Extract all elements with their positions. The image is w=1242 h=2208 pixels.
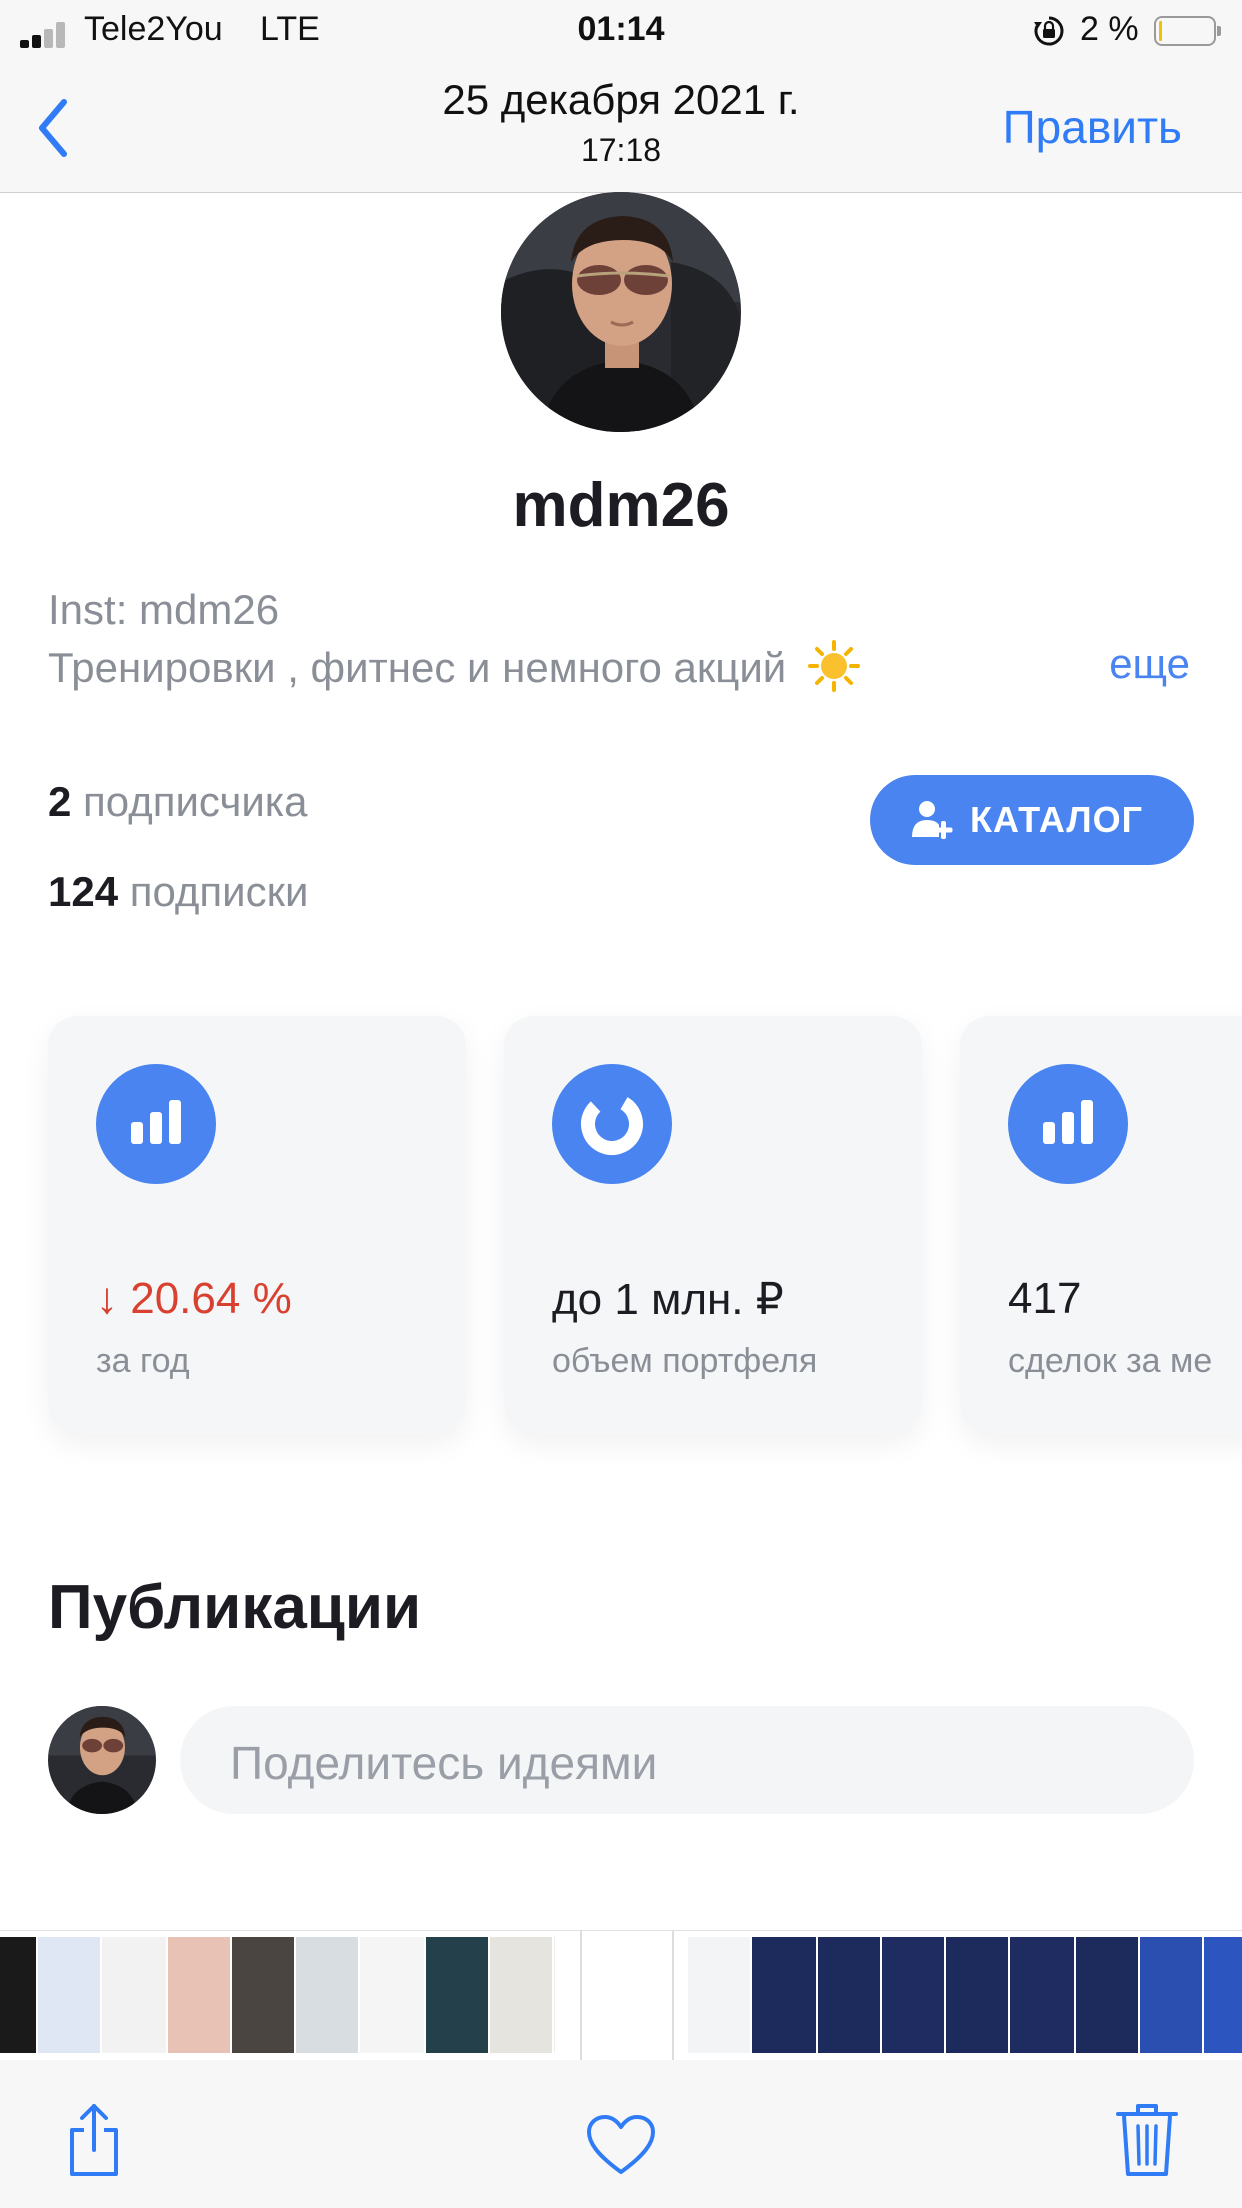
nav-bar: 25 декабря 2021 г. 17:18 Править (0, 62, 1242, 193)
battery-icon (1154, 16, 1221, 46)
thumbnail[interactable] (168, 1937, 230, 2053)
followers-label: подписчика (83, 778, 308, 825)
thumbnail[interactable] (946, 1937, 1008, 2053)
following-stat[interactable]: 124 подписки (48, 868, 308, 916)
donut-chart-icon (552, 1064, 672, 1184)
following-label: подписки (129, 868, 309, 915)
trades-value: 417 (1008, 1274, 1082, 1323)
carrier-name: Tele2You (84, 10, 223, 48)
thumbnail[interactable] (688, 1937, 750, 2053)
profile-username: mdm26 (512, 471, 730, 540)
thumbnail[interactable] (490, 1937, 552, 2053)
thumbnail[interactable] (818, 1937, 880, 2053)
following-count: 124 (48, 868, 119, 915)
followers-stat[interactable]: 2 подписчика (48, 778, 307, 826)
thumbnail[interactable] (1010, 1937, 1074, 2053)
profile-avatar (501, 192, 741, 432)
composer-avatar (48, 1706, 156, 1814)
portfolio-value: до 1 млн. ₽ (552, 1275, 784, 1324)
composer-placeholder: Поделитесь идеями (230, 1737, 658, 1789)
stat-card-trades[interactable]: 417 сделок за ме (960, 1016, 1242, 1434)
bar-chart-icon (1008, 1064, 1128, 1184)
thumbnail[interactable] (0, 1937, 36, 2053)
share-icon[interactable] (64, 2102, 124, 2178)
down-arrow-icon: ↓ (96, 1274, 118, 1323)
publications-title: Публикации (48, 1573, 422, 1642)
thumbnail[interactable] (426, 1937, 488, 2053)
rotation-lock-icon (1034, 16, 1064, 46)
thumbnail[interactable] (752, 1937, 816, 2053)
thumbnail[interactable] (360, 1937, 424, 2053)
bio-line-2: Тренировки , фитнес и немного акций (48, 640, 860, 692)
thumbnail[interactable] (232, 1937, 294, 2053)
bottom-toolbar (0, 2060, 1242, 2208)
thumbnail[interactable] (1204, 1937, 1242, 2053)
yield-label: за год (96, 1342, 190, 1380)
thumbnail[interactable] (102, 1937, 166, 2053)
bio-text: Тренировки , фитнес и немного акций (48, 644, 787, 691)
thumbnail[interactable] (1076, 1937, 1138, 2053)
thumbnail[interactable] (1140, 1937, 1202, 2053)
idea-composer-input[interactable]: Поделитесь идеями (180, 1706, 1194, 1814)
bio-line-1: Inst: mdm26 (48, 586, 280, 633)
thumbnail[interactable] (38, 1937, 100, 2053)
status-bar: Tele2You LTE 01:14 2 % (0, 0, 1242, 62)
sun-emoji-icon (807, 640, 860, 692)
status-time: 01:14 (577, 10, 665, 48)
edit-button[interactable]: Править (1003, 100, 1182, 154)
battery-percent: 2 % (1080, 10, 1139, 48)
portfolio-label: объем портфеля (552, 1342, 818, 1380)
add-user-icon (912, 801, 953, 839)
photo-thumbnail-strip[interactable] (0, 1930, 1242, 2061)
stat-card-yield[interactable]: ↓ 20.64 % за год (48, 1016, 466, 1434)
thumbnail[interactable] (296, 1937, 358, 2053)
trash-icon[interactable] (1116, 2102, 1178, 2178)
stat-card-portfolio[interactable]: до 1 млн. ₽ объем портфеля (504, 1016, 922, 1434)
bio-more-link[interactable]: еще (1109, 640, 1190, 688)
catalog-button[interactable]: КАТАЛОГ (870, 775, 1194, 865)
thumbnail[interactable] (882, 1937, 944, 2053)
bar-chart-icon (96, 1064, 216, 1184)
signal-icon (20, 22, 74, 48)
trades-label: сделок за ме (1008, 1342, 1213, 1380)
followers-count: 2 (48, 778, 72, 825)
catalog-label: КАТАЛОГ (970, 799, 1144, 840)
yield-value: ↓ 20.64 % (96, 1274, 292, 1323)
network-type: LTE (260, 10, 320, 48)
heart-icon[interactable] (586, 2114, 656, 2176)
thumbnail-current[interactable] (582, 1931, 672, 2061)
